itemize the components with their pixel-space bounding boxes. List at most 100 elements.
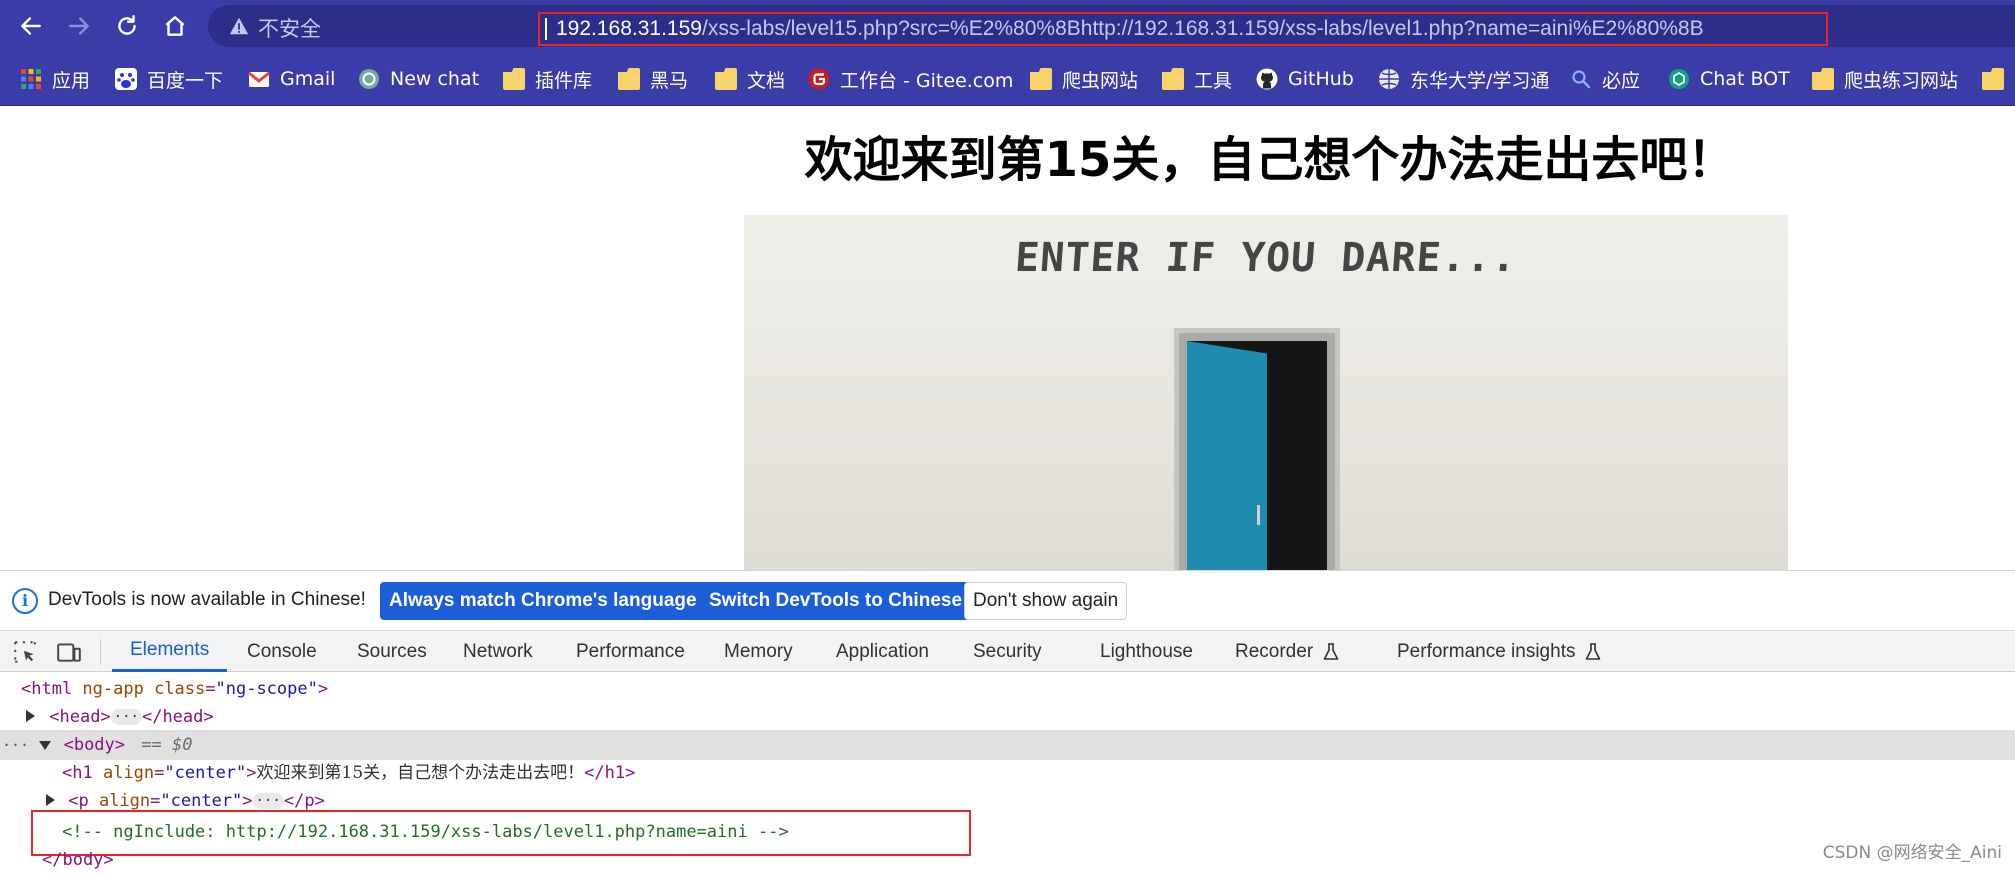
baidu-paw-icon <box>115 68 137 90</box>
bookmark-bing[interactable]: 必应 <box>1570 66 1640 92</box>
inspect-element-icon[interactable] <box>12 639 38 665</box>
h1-open-tag: <h1 <box>62 763 93 783</box>
warning-triangle-icon <box>229 17 249 35</box>
arrow-right-icon <box>69 17 89 35</box>
bookmark-folder-plugins[interactable]: 插件库 <box>503 66 592 92</box>
open-door <box>1187 341 1267 570</box>
bookmark-label: 工作台 - Gitee.com <box>840 69 1014 92</box>
bookmark-label: 爬虫练习网站 <box>1844 69 1959 92</box>
dom-node-head[interactable]: <head> ··· </head> <box>26 703 214 731</box>
bookmark-chatbot[interactable]: Chat BOT <box>1668 66 1790 92</box>
dom-node-body[interactable]: ··· <body> == $0 <box>2 731 192 759</box>
gitee-icon <box>808 68 830 90</box>
bookmark-gmail[interactable]: Gmail <box>248 66 335 92</box>
nginclude-comment: <!-- ngInclude: http://192.168.31.159/xs… <box>62 822 789 842</box>
expand-triangle-icon[interactable] <box>46 794 55 806</box>
bookmark-label: New chat <box>390 68 480 90</box>
bookmark-folder-crawler[interactable]: 爬虫网站 <box>1030 66 1138 92</box>
tab-console[interactable]: Console <box>247 631 317 672</box>
bookmark-baidu[interactable]: 百度一下 <box>115 66 223 92</box>
bookmark-label: 工具 <box>1194 69 1233 92</box>
back-button[interactable] <box>14 9 48 43</box>
folder-icon <box>618 68 640 90</box>
collapsed-ellipsis-icon[interactable]: ··· <box>252 793 284 809</box>
always-match-language-button[interactable]: Always match Chrome's language <box>380 582 706 620</box>
door-handle <box>1257 505 1267 525</box>
bookmark-apps[interactable]: 应用 <box>20 66 90 92</box>
folder-icon <box>1162 68 1184 90</box>
bookmark-donghua[interactable]: 东华大学/学习通 <box>1378 66 1549 92</box>
bookmarks-bar: 应用 百度一下 Gmail New chat 插件库 黑马 文档 工作台 - G… <box>0 52 2015 106</box>
h1-close-tag: </h1> <box>584 763 636 783</box>
tab-memory[interactable]: Memory <box>724 631 793 672</box>
folder-icon <box>1982 68 2004 90</box>
home-button[interactable] <box>158 9 192 43</box>
bookmark-label: 爬虫网站 <box>1062 69 1139 92</box>
bookmark-label: Chat BOT <box>1700 68 1790 90</box>
not-secure-label[interactable]: 不安全 <box>258 13 321 43</box>
bookmark-label: 百度一下 <box>147 69 224 92</box>
apps-grid-icon <box>21 69 41 89</box>
home-icon <box>165 16 185 36</box>
text-caret <box>545 18 547 40</box>
page-title: 欢迎来到第15关，自己想个办法走出去吧！ <box>804 132 1736 188</box>
h1-attr-value: "center" <box>164 763 247 783</box>
h1-text-node: 欢迎来到第15关，自己想个办法走出去吧！ <box>256 763 585 783</box>
collapse-triangle-icon[interactable] <box>39 741 52 750</box>
experimental-flask-icon <box>1586 642 1601 660</box>
folder-icon <box>715 68 737 90</box>
tab-sources[interactable]: Sources <box>357 631 427 672</box>
devtools-tab-bar: Elements Console Sources Network Perform… <box>0 630 2015 672</box>
html-attr-name: ng-app class <box>72 679 206 699</box>
bookmark-overflow[interactable] <box>1982 66 2014 92</box>
browser-toolbar: 不安全 192.168.31.159/xss-labs/level15.php?… <box>0 0 2015 52</box>
dom-node-h1[interactable]: <h1 align="center">欢迎来到第15关，自己想个办法走出去吧！<… <box>62 759 635 787</box>
reload-button[interactable] <box>110 9 144 43</box>
info-icon: i <box>12 588 38 614</box>
arrow-left-icon <box>21 17 41 35</box>
bookmark-gitee[interactable]: 工作台 - Gitee.com <box>808 66 1013 92</box>
html-attr-value: "ng-scope" <box>215 679 318 699</box>
bookmark-new-chat[interactable]: New chat <box>358 66 479 92</box>
collapsed-ellipsis-icon[interactable]: ··· <box>110 709 142 725</box>
csdn-watermark: CSDN @网络安全_Aini <box>1822 843 2002 863</box>
tab-elements[interactable]: Elements <box>112 631 228 672</box>
tab-application[interactable]: Application <box>836 631 929 672</box>
url-host: 192.168.31.159 <box>556 17 702 40</box>
expand-triangle-icon[interactable] <box>26 710 35 722</box>
door-frame <box>1174 328 1340 570</box>
tab-network[interactable]: Network <box>463 631 533 672</box>
more-actions-icon[interactable]: ··· <box>2 736 29 754</box>
h1-attr-name: align <box>92 763 155 783</box>
dom-node-comment[interactable]: <!-- ngInclude: http://192.168.31.159/xs… <box>62 818 789 846</box>
address-bar[interactable]: 不安全 192.168.31.159/xss-labs/level15.php?… <box>208 5 2015 47</box>
selected-node-highlight <box>0 730 2015 760</box>
body-close-tag: </body> <box>42 850 114 870</box>
dom-node-html[interactable]: <html ng-app class="ng-scope"> <box>21 675 328 703</box>
folder-icon <box>1030 68 1052 90</box>
tab-performance[interactable]: Performance <box>576 631 685 672</box>
dom-node-body-close[interactable]: </body> <box>42 846 114 874</box>
tab-lighthouse[interactable]: Lighthouse <box>1100 631 1193 672</box>
html-open-tag-end: > <box>317 679 329 699</box>
html-open-tag: <html <box>21 679 73 699</box>
door-image: ENTER IF YOU DARE... <box>744 215 1788 570</box>
tab-performance-insights[interactable]: Performance insights <box>1397 631 1601 672</box>
experimental-flask-icon <box>1323 642 1339 660</box>
bookmark-folder-docs[interactable]: 文档 <box>715 66 785 92</box>
bookmark-label: GitHub <box>1288 68 1354 90</box>
tab-label: Performance insights <box>1397 640 1576 662</box>
body-open-tag: <body> <box>63 735 126 755</box>
device-toolbar-icon[interactable] <box>56 639 82 665</box>
forward-button[interactable] <box>62 9 96 43</box>
p-open-tag: <p <box>68 791 89 811</box>
bookmark-folder-crawler-practice[interactable]: 爬虫练习网站 <box>1812 66 1958 92</box>
tab-security[interactable]: Security <box>973 631 1042 672</box>
url-text[interactable]: 192.168.31.159/xss-labs/level15.php?src=… <box>556 17 1704 41</box>
dont-show-again-button[interactable]: Don't show again <box>964 582 1128 620</box>
switch-devtools-chinese-button[interactable]: Switch DevTools to Chinese <box>700 582 972 620</box>
tab-recorder[interactable]: Recorder <box>1235 631 1339 672</box>
bookmark-github[interactable]: GitHub <box>1256 66 1354 92</box>
bookmark-folder-tools[interactable]: 工具 <box>1162 66 1232 92</box>
bookmark-folder-heima[interactable]: 黑马 <box>618 66 688 92</box>
